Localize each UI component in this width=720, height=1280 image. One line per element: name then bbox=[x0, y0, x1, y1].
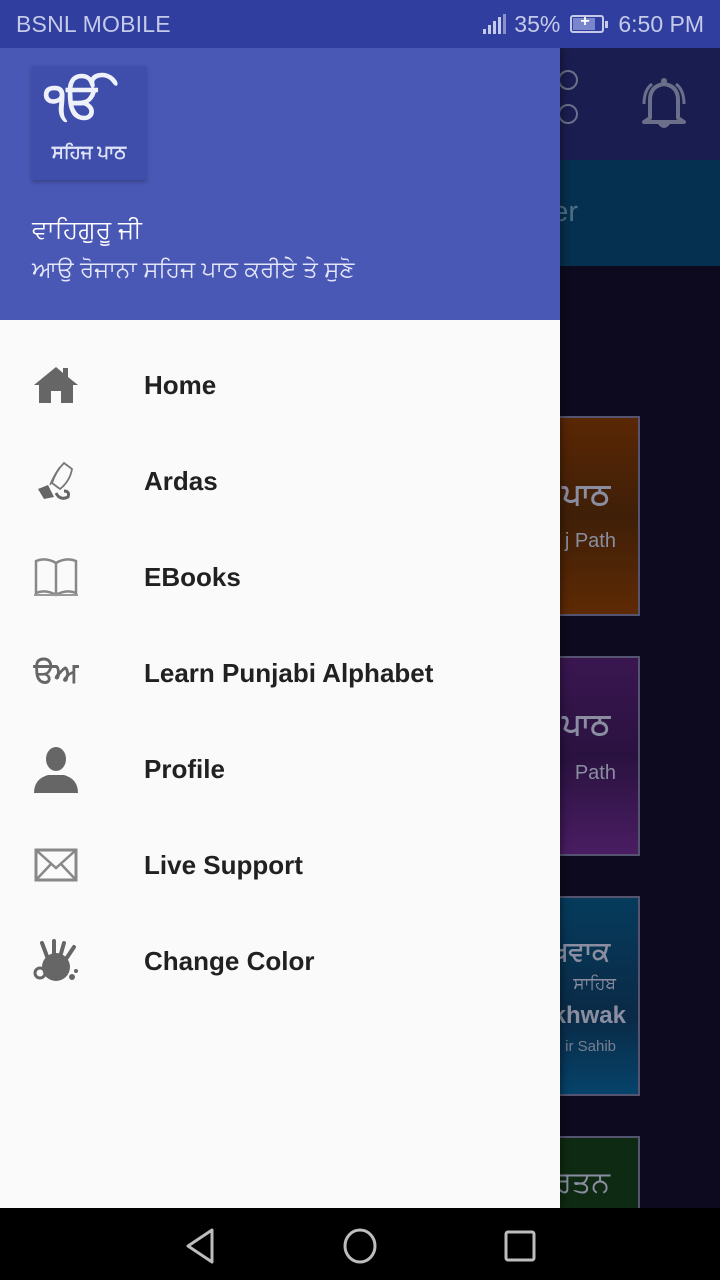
back-button[interactable] bbox=[180, 1226, 220, 1266]
screen: BSNL MOBILE 35% + 6:50 PM nder bbox=[0, 0, 720, 1280]
app-logo: ੴ ਸਹਿਜ ਪਾਠ bbox=[32, 66, 146, 180]
menu-label: Profile bbox=[144, 753, 225, 784]
bell-icon bbox=[642, 78, 686, 128]
paint-splash-icon bbox=[32, 937, 80, 985]
battery-charging-icon: + bbox=[570, 13, 609, 33]
menu-label: Change Color bbox=[144, 945, 315, 976]
gurmukhi-letters-icon: ੳਅ bbox=[33, 656, 79, 688]
signal-icon bbox=[483, 14, 507, 34]
clock: 6:50 PM bbox=[618, 10, 704, 37]
card-title: ਪਾਠ bbox=[562, 478, 610, 511]
menu-item-ebooks[interactable]: EBooks bbox=[0, 529, 560, 625]
home-icon bbox=[32, 361, 80, 409]
header-subtitle: ਆਉ ਰੋਜਾਨਾ ਸਹਿਜ ਪਾਠ ਕਰੀਏ ਤੇ ਸੁਣੋ bbox=[32, 256, 355, 282]
menu-label: Ardas bbox=[144, 465, 218, 496]
menu-label: Home bbox=[144, 369, 217, 400]
navigation-drawer: ੴ ਸਹਿਜ ਪਾਠ ਵਾਹਿਗੁਰੂ ਜੀ ਆਉ ਰੋਜਾਨਾ ਸਹਿਜ ਪਾ… bbox=[0, 48, 560, 1208]
menu-item-profile[interactable]: Profile bbox=[0, 721, 560, 817]
praying-hands-icon bbox=[32, 457, 80, 505]
open-book-icon bbox=[32, 553, 80, 601]
carrier-name: BSNL MOBILE bbox=[16, 10, 171, 37]
card-subtitle: j Path bbox=[564, 530, 616, 552]
home-button[interactable] bbox=[340, 1226, 380, 1266]
overflow-menu-icon bbox=[558, 70, 578, 138]
menu-label: EBooks bbox=[144, 561, 241, 592]
status-icons: 35% + 6:50 PM bbox=[483, 11, 704, 38]
menu-label: Live Support bbox=[144, 849, 303, 880]
drawer-header: ੴ ਸਹਿਜ ਪਾਠ ਵਾਹਿਗੁਰੂ ਜੀ ਆਉ ਰੋਜਾਨਾ ਸਹਿਜ ਪਾ… bbox=[0, 48, 560, 320]
menu-item-change-color[interactable]: Change Color bbox=[0, 913, 560, 1009]
envelope-icon bbox=[32, 841, 80, 889]
battery-percent: 35% bbox=[514, 10, 561, 37]
ik-onkar-symbol: ੴ bbox=[44, 75, 103, 128]
card-title: ਪਾਠ bbox=[562, 708, 610, 741]
menu-label: Learn Punjabi Alphabet bbox=[144, 657, 434, 688]
menu-item-ardas[interactable]: Ardas bbox=[0, 433, 560, 529]
user-icon bbox=[32, 745, 80, 793]
card-subtitle: Path bbox=[574, 762, 616, 784]
header-title: ਵਾਹਿਗੁਰੂ ਜੀ bbox=[32, 216, 142, 244]
menu-item-live-support[interactable]: Live Support bbox=[0, 817, 560, 913]
card-line3: khwak bbox=[552, 1002, 626, 1029]
card-line2: ਸਾਹਿਬ bbox=[573, 974, 616, 993]
menu-item-learn-punjabi-alphabet[interactable]: ੳਅ Learn Punjabi Alphabet bbox=[0, 625, 560, 721]
menu-item-home[interactable]: Home bbox=[0, 337, 560, 433]
drawer-menu: Home Ardas EBooks ੳਅ Learn Punjabi Alpha… bbox=[0, 320, 560, 1009]
recents-button[interactable] bbox=[500, 1226, 540, 1266]
card-title: ਖਵਾਕ bbox=[552, 936, 610, 966]
logo-subtitle: ਸਹਿਜ ਪਾਠ bbox=[51, 142, 127, 162]
system-nav-bar bbox=[0, 1208, 720, 1280]
card-line4: ir Sahib bbox=[565, 1038, 616, 1055]
status-bar: BSNL MOBILE 35% + 6:50 PM bbox=[0, 0, 720, 48]
